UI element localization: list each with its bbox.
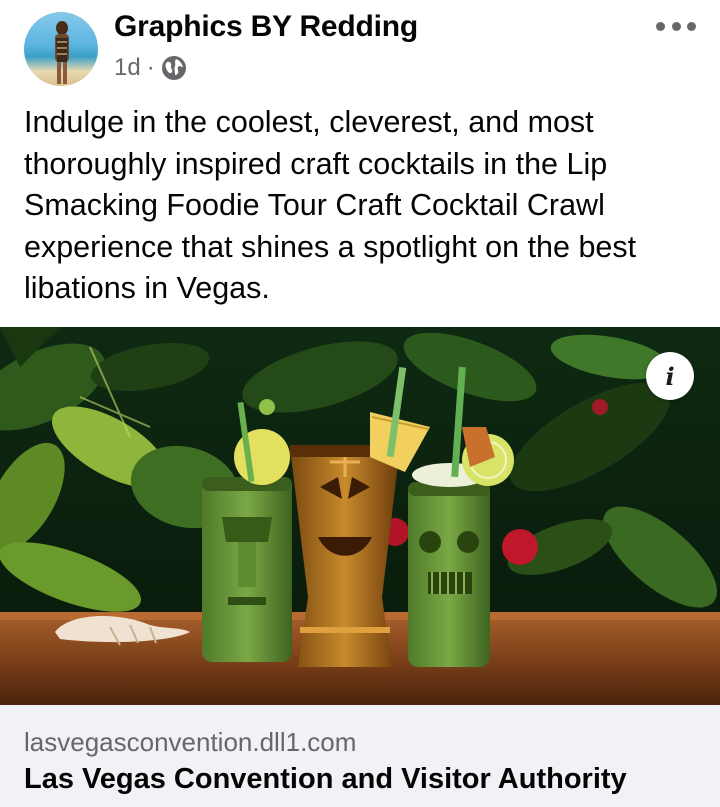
more-options-button[interactable] xyxy=(656,20,696,32)
link-domain: lasvegasconvention.dll1.com xyxy=(24,727,357,757)
meta-separator: · xyxy=(146,54,155,81)
globe-icon[interactable] xyxy=(161,55,187,81)
link-preview-image[interactable] xyxy=(0,327,720,705)
link-title[interactable]: Las Vegas Convention and Visitor Authori… xyxy=(24,763,627,796)
tiki-cocktails-illustration xyxy=(0,327,720,705)
avatar-person-figure xyxy=(55,21,69,84)
post-header: Graphics BY Redding 1d · xyxy=(0,0,720,100)
post-message: Indulge in the coolest, cleverest, and m… xyxy=(24,105,637,305)
info-button[interactable]: i xyxy=(646,352,694,400)
post-timestamp[interactable]: 1d xyxy=(114,54,141,82)
author-name[interactable]: Graphics BY Redding xyxy=(114,10,418,44)
more-horizontal-icon xyxy=(687,21,696,31)
post-meta: 1d · xyxy=(114,54,187,82)
info-icon: i xyxy=(665,361,675,391)
link-preview-footer[interactable]: lasvegasconvention.dll1.com Las Vegas Co… xyxy=(0,705,720,807)
more-horizontal-icon xyxy=(671,21,681,31)
more-horizontal-icon xyxy=(656,21,665,31)
author-avatar[interactable] xyxy=(24,12,98,86)
